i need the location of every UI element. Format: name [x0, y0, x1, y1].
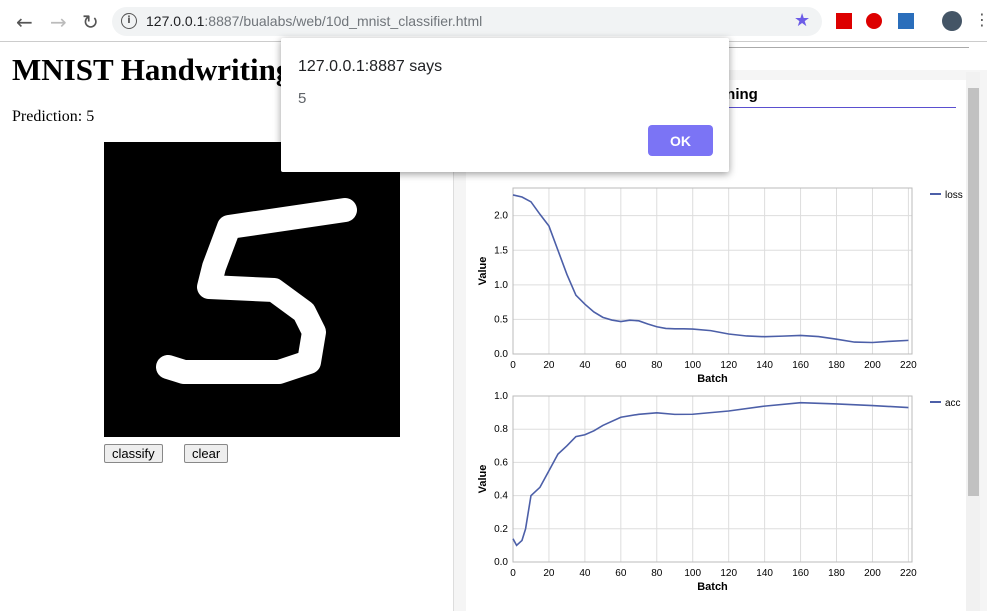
x-tick-label: 80 [651, 568, 663, 579]
legend-label: acc [945, 398, 961, 409]
y-tick-label: 0.5 [494, 314, 508, 325]
x-tick-label: 220 [900, 360, 917, 371]
x-tick-label: 100 [684, 568, 701, 579]
x-tick-label: 140 [756, 360, 773, 371]
series-line-acc [512, 401, 909, 547]
plot-frame [512, 187, 913, 355]
x-tick-label: 180 [828, 568, 845, 579]
x-tick-label: 180 [828, 360, 845, 371]
x-tick-label: 60 [615, 568, 627, 579]
x-axis-label: Batch [697, 581, 728, 593]
y-tick-label: 0.2 [494, 524, 508, 535]
y-tick-label: 1.0 [494, 391, 508, 402]
series-line-loss [512, 194, 909, 344]
y-tick-label: 0.6 [494, 457, 508, 468]
x-tick-label: 80 [651, 360, 663, 371]
x-tick-label: 20 [543, 360, 555, 371]
y-tick-label: 0.4 [494, 491, 508, 502]
x-tick-label: 60 [615, 360, 627, 371]
x-tick-label: 40 [579, 360, 591, 371]
y-tick-label: 0.8 [494, 424, 508, 435]
y-tick-label: 1.0 [494, 280, 508, 291]
x-tick-label: 160 [792, 568, 809, 579]
dialog-message: 5 [298, 90, 307, 107]
x-tick-label: 0 [510, 360, 516, 371]
x-tick-label: 200 [864, 568, 881, 579]
y-axis-label: Value [477, 257, 489, 286]
scrollbar-thumb[interactable] [968, 88, 979, 496]
x-tick-label: 120 [720, 360, 737, 371]
x-tick-label: 100 [684, 360, 701, 371]
dialog-title: 127.0.0.1:8887 says [298, 58, 443, 75]
x-tick-label: 40 [579, 568, 591, 579]
ok-button[interactable]: OK [648, 125, 713, 156]
plot-frame [512, 395, 913, 563]
x-tick-label: 200 [864, 360, 881, 371]
x-tick-label: 20 [543, 568, 555, 579]
x-tick-label: 120 [720, 568, 737, 579]
scrollbar[interactable] [966, 72, 980, 611]
x-tick-label: 140 [756, 568, 773, 579]
x-tick-label: 160 [792, 360, 809, 371]
y-tick-label: 0.0 [494, 557, 508, 568]
alert-dialog: 127.0.0.1:8887 says 5 OK [281, 38, 729, 172]
y-axis-label: Value [477, 465, 489, 494]
y-tick-label: 0.0 [494, 349, 508, 360]
x-axis-label: Batch [697, 373, 728, 385]
y-tick-label: 1.5 [494, 245, 508, 256]
legend-label: loss [945, 190, 963, 201]
x-tick-label: 220 [900, 568, 917, 579]
y-tick-label: 2.0 [494, 211, 508, 222]
x-tick-label: 0 [510, 568, 516, 579]
